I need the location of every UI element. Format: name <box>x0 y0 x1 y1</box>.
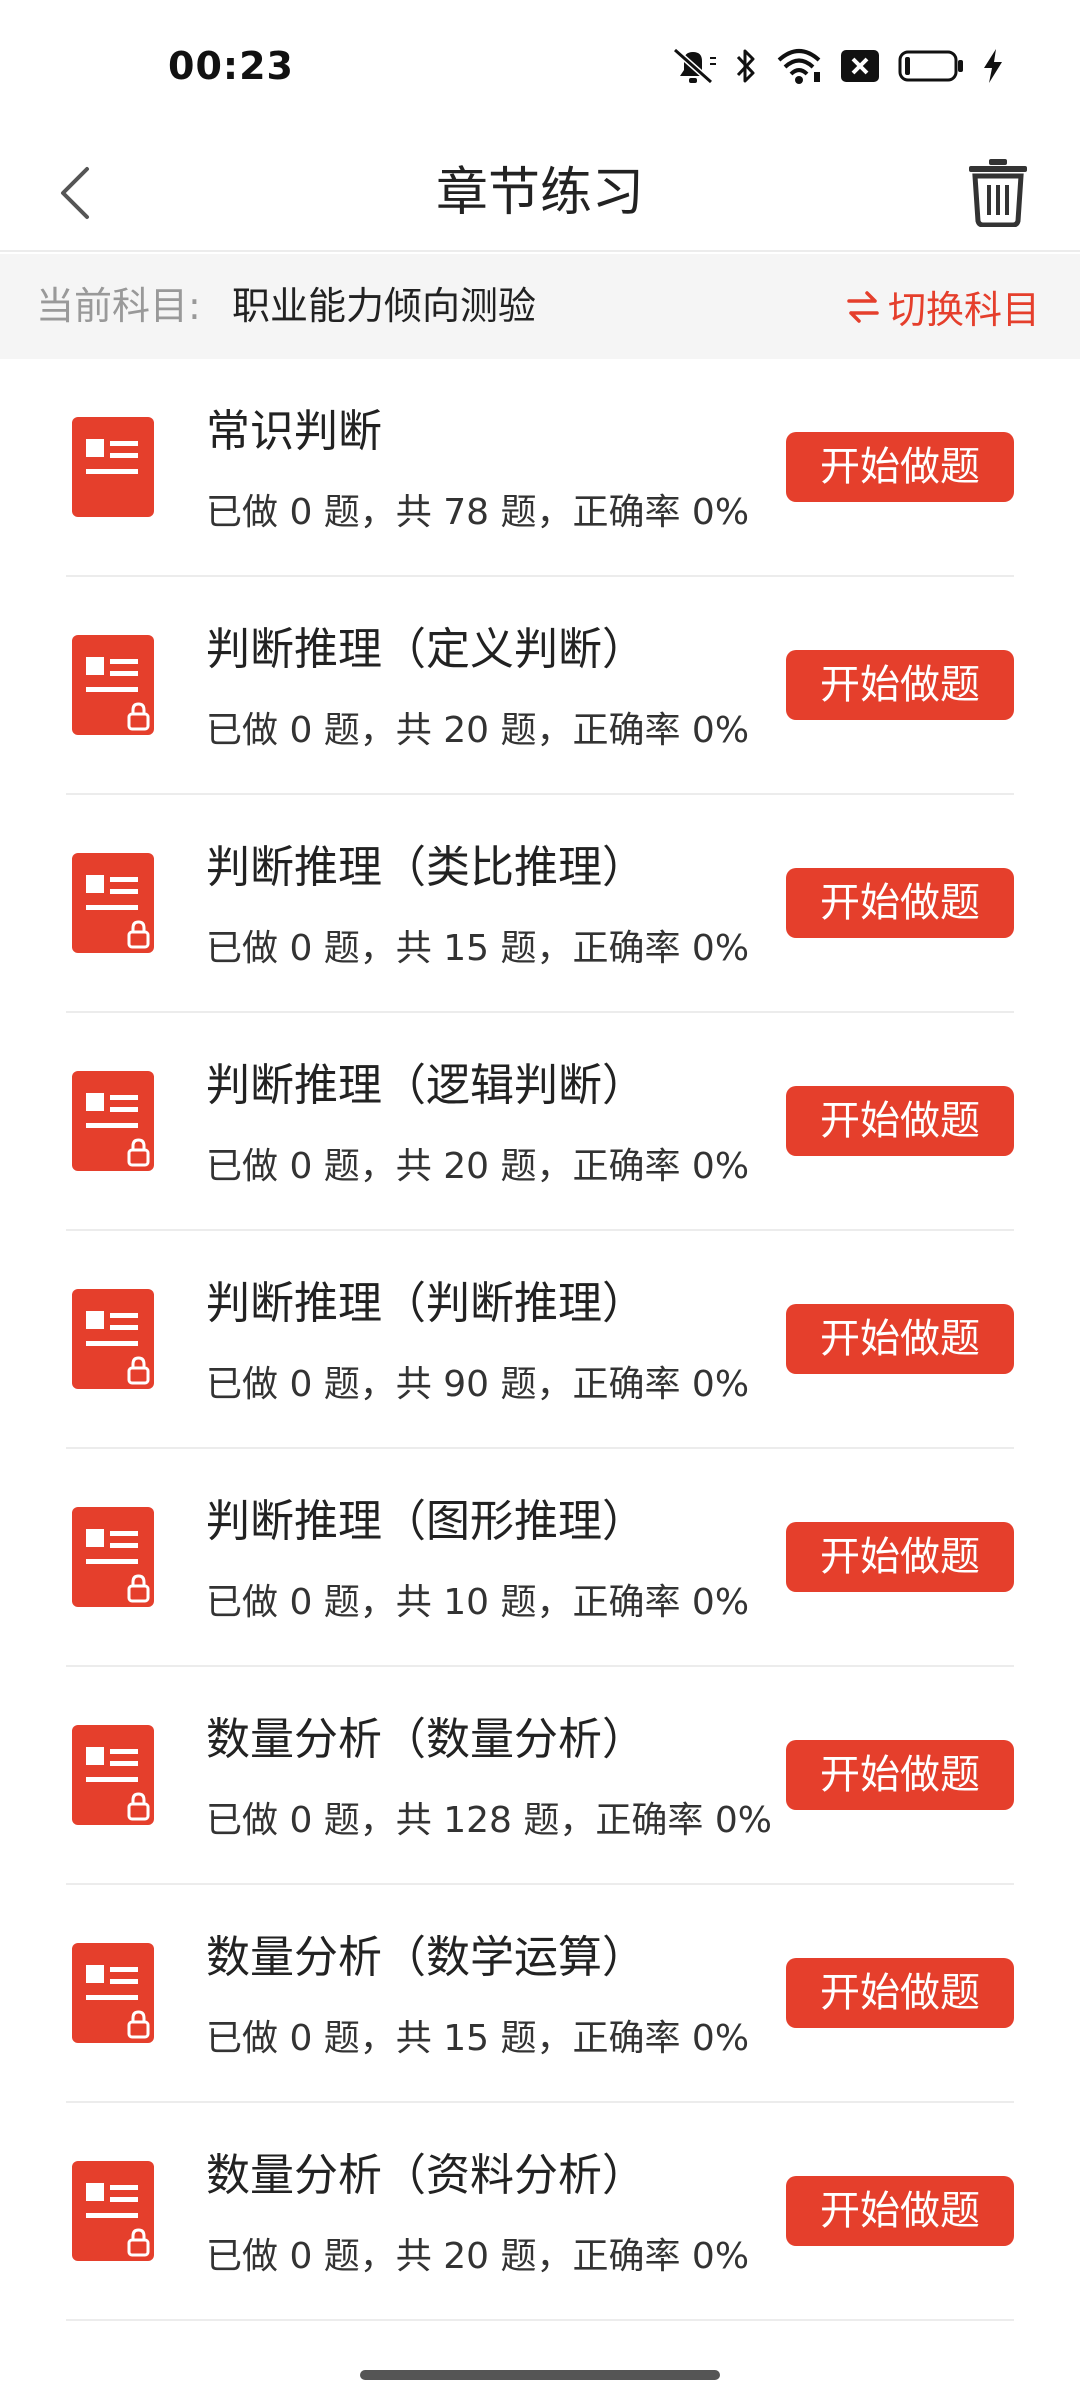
subject-label: 当前科目: <box>36 284 201 328</box>
chapter-list: 常识判断 已做 0 题，共 78 题，正确率 0% 开始做题 判断推理（定义判断… <box>0 359 1080 2321</box>
start-practice-button[interactable]: 开始做题 <box>786 1740 1014 1810</box>
chapter-title: 常识判断 <box>206 406 382 457</box>
start-practice-button[interactable]: 开始做题 <box>786 2176 1014 2246</box>
locked-exercise-book-icon <box>72 2161 154 2261</box>
wifi-icon <box>777 49 821 84</box>
chapter-title: 数量分析（数量分析） <box>206 1714 646 1765</box>
switch-subject-label: 切换科目 <box>887 288 1040 332</box>
bell-off-icon <box>673 47 716 85</box>
subject-bar: 当前科目: 职业能力倾向测验 切换科目 <box>0 254 1080 359</box>
chapter-stats: 已做 0 题，共 15 题，正确率 0% <box>206 2018 750 2059</box>
sim-error-icon <box>841 50 879 82</box>
chapter-row: 判断推理（图形推理） 已做 0 题，共 10 题，正确率 0% 开始做题 <box>0 1449 1080 1667</box>
chapter-title: 判断推理（定义判断） <box>206 624 646 675</box>
chapter-title: 判断推理（图形推理） <box>206 1496 646 1547</box>
start-practice-button[interactable]: 开始做题 <box>786 1304 1014 1374</box>
chapter-title: 判断推理（判断推理） <box>206 1278 646 1329</box>
locked-exercise-book-icon <box>72 1289 154 1389</box>
start-practice-button[interactable]: 开始做题 <box>786 650 1014 720</box>
start-practice-button[interactable]: 开始做题 <box>786 432 1014 502</box>
page-title: 章节练习 <box>435 163 644 223</box>
chapter-stats: 已做 0 题，共 20 题，正确率 0% <box>206 710 750 751</box>
row-divider <box>66 2319 1014 2321</box>
delete-button[interactable] <box>958 149 1038 235</box>
start-practice-button[interactable]: 开始做题 <box>786 1958 1014 2028</box>
start-practice-button[interactable]: 开始做题 <box>786 1522 1014 1592</box>
battery-icon <box>898 50 963 82</box>
chapter-stats: 已做 0 题，共 15 题，正确率 0% <box>206 928 750 969</box>
chapter-title: 数量分析（资料分析） <box>206 2150 646 2201</box>
chapter-row: 判断推理（定义判断） 已做 0 题，共 20 题，正确率 0% 开始做题 <box>0 577 1080 795</box>
bluetooth-icon <box>736 49 755 83</box>
status-icons <box>670 44 1004 88</box>
chapter-row: 判断推理（逻辑判断） 已做 0 题，共 20 题，正确率 0% 开始做题 <box>0 1013 1080 1231</box>
locked-exercise-book-icon <box>72 1507 154 1607</box>
chapter-stats: 已做 0 题，共 10 题，正确率 0% <box>206 1582 750 1623</box>
status-time: 00:23 <box>168 44 294 88</box>
trash-icon <box>969 159 1027 227</box>
switch-subject-button[interactable]: 切换科目 <box>846 254 1040 359</box>
start-practice-button[interactable]: 开始做题 <box>786 1086 1014 1156</box>
home-indicator[interactable] <box>360 2370 720 2380</box>
locked-exercise-book-icon <box>72 853 154 953</box>
chapter-stats: 已做 0 题，共 78 题，正确率 0% <box>206 492 750 533</box>
chapter-title: 判断推理（逻辑判断） <box>206 1060 646 1111</box>
chapter-title: 数量分析（数学运算） <box>206 1932 646 1983</box>
chapter-row: 数量分析（数量分析） 已做 0 题，共 128 题，正确率 0% 开始做题 <box>0 1667 1080 1885</box>
status-bar: 00:23 <box>0 0 1080 135</box>
chevron-left-icon <box>61 167 89 219</box>
swap-arrows-icon <box>847 290 879 323</box>
subject-name: 职业能力倾向测验 <box>232 284 537 328</box>
chapter-row: 数量分析（数学运算） 已做 0 题，共 15 题，正确率 0% 开始做题 <box>0 1885 1080 2103</box>
chapter-row: 数量分析（资料分析） 已做 0 题，共 20 题，正确率 0% 开始做题 <box>0 2103 1080 2321</box>
chapter-row: 判断推理（判断推理） 已做 0 题，共 90 题，正确率 0% 开始做题 <box>0 1231 1080 1449</box>
chapter-row: 常识判断 已做 0 题，共 78 题，正确率 0% 开始做题 <box>0 359 1080 577</box>
locked-exercise-book-icon <box>72 1071 154 1171</box>
chapter-stats: 已做 0 题，共 20 题，正确率 0% <box>206 1146 750 1187</box>
locked-exercise-book-icon <box>72 635 154 735</box>
chapter-stats: 已做 0 题，共 128 题，正确率 0% <box>206 1800 772 1841</box>
exercise-book-icon <box>72 417 154 517</box>
locked-exercise-book-icon <box>72 1725 154 1825</box>
chapter-stats: 已做 0 题，共 20 题，正确率 0% <box>206 2236 750 2277</box>
nav-bar: 章节练习 <box>0 135 1080 252</box>
start-practice-button[interactable]: 开始做题 <box>786 868 1014 938</box>
chapter-row: 判断推理（类比推理） 已做 0 题，共 15 题，正确率 0% 开始做题 <box>0 795 1080 1013</box>
back-button[interactable] <box>40 155 110 231</box>
chapter-title: 判断推理（类比推理） <box>206 842 646 893</box>
locked-exercise-book-icon <box>72 1943 154 2043</box>
charging-icon <box>984 49 1002 83</box>
chapter-stats: 已做 0 题，共 90 题，正确率 0% <box>206 1364 750 1405</box>
